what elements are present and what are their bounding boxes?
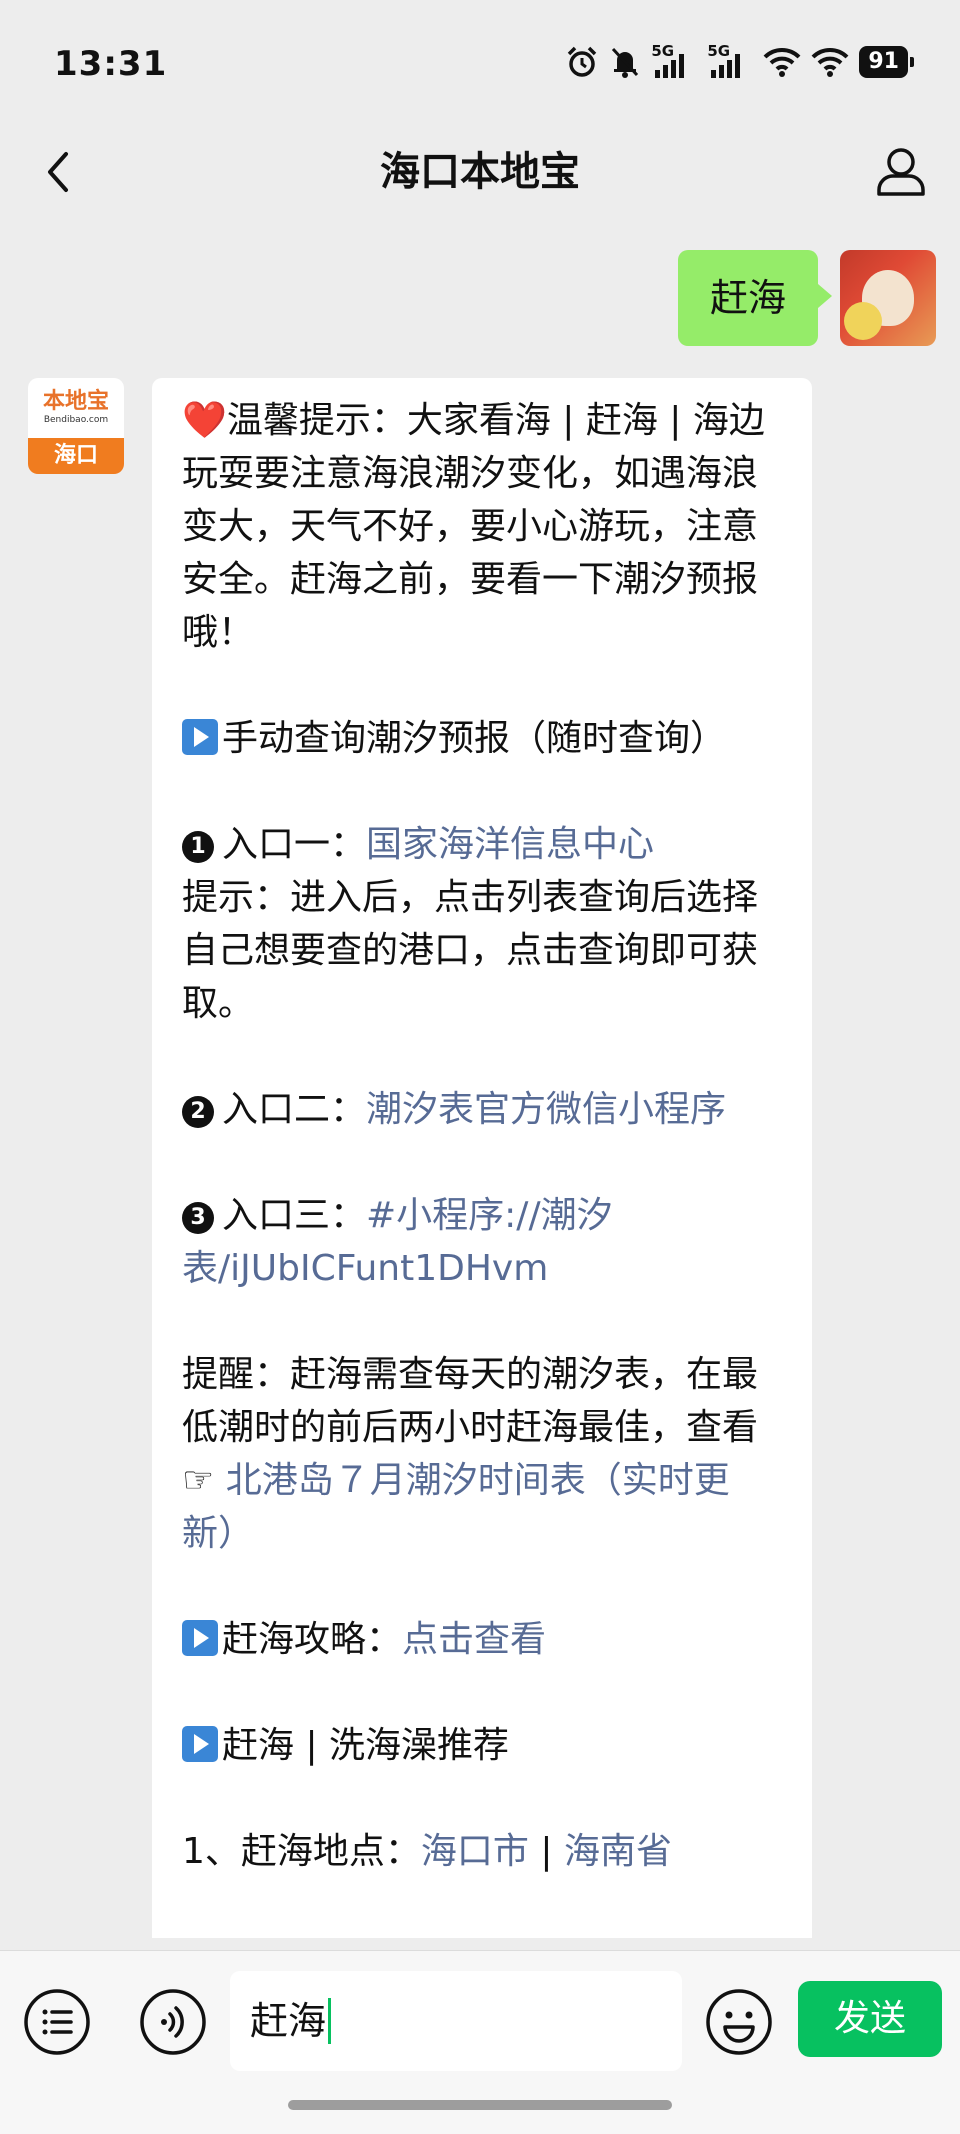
send-button[interactable]: 发送	[798, 1981, 942, 2057]
signal-5g-1-icon: 5G	[651, 42, 697, 80]
status-time: 13:31	[54, 44, 168, 84]
alarm-icon	[568, 46, 597, 77]
bot-avatar[interactable]: 本地宝 Bendibao.com 海口	[28, 378, 124, 474]
battery-indicator: 91	[859, 46, 914, 78]
heart-icon: ❤️	[182, 400, 227, 441]
profile-icon[interactable]	[870, 140, 932, 202]
manual-query-heading: 手动查询潮汐预报（随时查询）	[182, 712, 782, 765]
bot-avatar-url: Bendibao.com	[43, 415, 109, 425]
mute-bell-icon	[612, 47, 639, 78]
guide-line: 赶海攻略：点击查看	[182, 1613, 782, 1666]
hainan-link[interactable]: 海南省	[564, 1831, 672, 1872]
number-two-icon: 2	[182, 1096, 214, 1128]
bot-message-bubble: ❤️温馨提示：大家看海 | 赶海 | 海边玩耍要注意海浪潮汐变化，如遇海浪变大，…	[152, 378, 812, 1938]
entry-three: 3 入口三：#小程序://潮汐表/iJUbICFunt1DHvm	[182, 1195, 613, 1289]
play-button-icon	[182, 1620, 218, 1656]
menu-list-icon[interactable]	[22, 1987, 92, 2057]
bot-avatar-logo: 本地宝	[42, 389, 109, 414]
tip-paragraph: ❤️温馨提示：大家看海 | 赶海 | 海边玩耍要注意海浪潮汐变化，如遇海浪变大，…	[182, 400, 765, 653]
play-button-icon	[182, 719, 218, 755]
my-message-bubble[interactable]: 赶海	[677, 250, 833, 346]
number-three-icon: 3	[182, 1202, 214, 1234]
play-button-icon	[182, 1726, 218, 1762]
number-one-icon: 1	[182, 831, 214, 863]
entry-two: 2 入口二：潮汐表官方微信小程序	[182, 1083, 782, 1136]
haikou-link[interactable]: 海口市	[421, 1831, 529, 1872]
wifi-1-icon	[763, 47, 801, 77]
bot-avatar-city: 海口	[28, 438, 124, 474]
chat-title: 海口本地宝	[380, 149, 580, 195]
my-avatar[interactable]	[840, 250, 936, 346]
wifi-2-icon	[811, 47, 849, 77]
guide-link[interactable]: 点击查看	[402, 1619, 546, 1660]
signal-5g-2-icon: 5G	[707, 42, 753, 80]
message-input[interactable]: 赶海	[230, 1971, 682, 2071]
entry-one-link[interactable]: 国家海洋信息中心	[366, 824, 654, 865]
emoji-icon[interactable]	[704, 1987, 774, 2057]
home-indicator[interactable]	[288, 2100, 672, 2110]
voice-icon[interactable]	[138, 1987, 208, 2057]
entry-one-hint: 提示：进入后，点击列表查询后选择自己想要查的港口，点击查询即可获取。	[182, 877, 759, 1024]
reminder-paragraph: 提醒：赶海需查每天的潮汐表，在最低潮时的前后两小时赶海最佳，查看 ☞ 北港岛７月…	[182, 1354, 759, 1554]
recommend-heading: 赶海 | 洗海澡推荐	[182, 1719, 782, 1772]
entry-one: 1 入口一：国家海洋信息中心	[182, 818, 782, 871]
tide-table-link[interactable]: 北港岛７月潮汐时间表（实时更新）	[182, 1460, 730, 1554]
nav-bar: 海口本地宝	[0, 120, 960, 230]
entry-two-link[interactable]: 潮汐表官方微信小程序	[366, 1089, 726, 1130]
status-icons: 5G 5G 91	[565, 42, 914, 80]
status-bar: 13:31 5G 5G 91	[0, 0, 960, 120]
location-line: 1、赶海地点：海口市 | 海南省	[182, 1831, 672, 1872]
my-message-row: 赶海	[677, 250, 936, 346]
